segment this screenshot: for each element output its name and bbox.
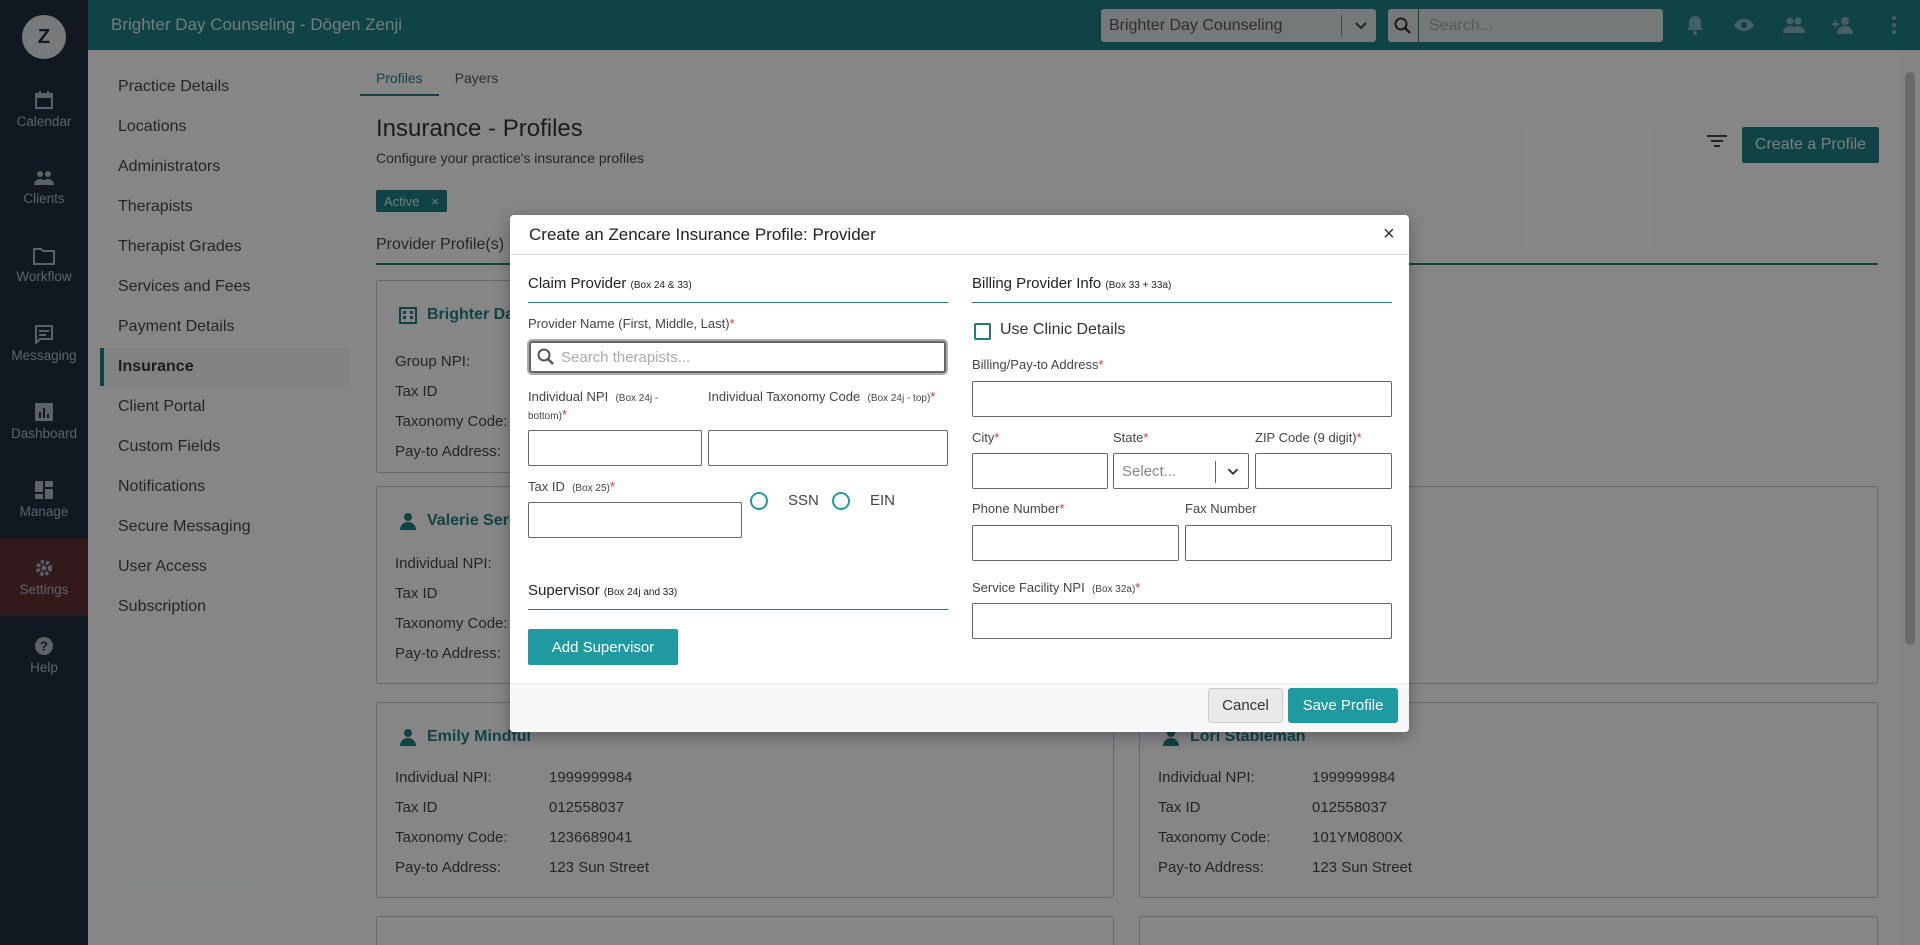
taxid-input[interactable]	[528, 502, 742, 538]
close-icon[interactable]: ×	[1383, 223, 1395, 246]
provider-name-label: Provider Name (First, Middle, Last)*	[528, 316, 735, 331]
npi-input[interactable]	[528, 430, 702, 466]
ein-label: EIN	[870, 492, 896, 509]
therapist-search-field[interactable]	[529, 341, 946, 373]
claim-provider-heading: Claim Provider (Box 24 & 33)	[528, 275, 692, 292]
use-clinic-checkbox[interactable]	[974, 323, 991, 340]
cancel-button[interactable]: Cancel	[1208, 688, 1283, 723]
npi-label: Individual NPI (Box 24j - bottom)*	[528, 389, 659, 422]
ein-radio[interactable]	[832, 492, 850, 510]
facility-npi-label: Service Facility NPI (Box 32a)*	[972, 580, 1141, 595]
state-select[interactable]: Select...	[1113, 453, 1249, 489]
taxonomy-input[interactable]	[708, 430, 948, 466]
chevron-down-icon	[1227, 468, 1239, 476]
save-profile-button[interactable]: Save Profile	[1288, 688, 1398, 723]
ssn-label: SSN	[788, 492, 819, 509]
divider	[972, 302, 1392, 303]
fax-label: Fax Number	[1185, 501, 1257, 516]
taxonomy-label: Individual Taxonomy Code (Box 24j - top)…	[708, 389, 936, 404]
phone-input[interactable]	[972, 525, 1179, 561]
modal-header: Create an Zencare Insurance Profile: Pro…	[510, 215, 1409, 255]
phone-label: Phone Number*	[972, 501, 1065, 516]
fax-input[interactable]	[1185, 525, 1392, 561]
taxid-label: Tax ID (Box 25)*	[528, 479, 615, 494]
therapist-search-input[interactable]	[561, 348, 931, 366]
supervisor-heading: Supervisor (Box 24j and 33)	[528, 582, 678, 599]
facility-npi-input[interactable]	[972, 603, 1392, 639]
create-profile-modal: Create an Zencare Insurance Profile: Pro…	[510, 215, 1409, 732]
use-clinic-label: Use Clinic Details	[1000, 321, 1126, 338]
divider	[528, 609, 948, 610]
modal-title: Create an Zencare Insurance Profile: Pro…	[529, 225, 876, 244]
city-input[interactable]	[972, 453, 1108, 489]
zip-input[interactable]	[1255, 453, 1392, 489]
ssn-radio[interactable]	[750, 492, 768, 510]
search-icon	[537, 348, 554, 365]
billing-heading: Billing Provider Info (Box 33 + 33a)	[972, 275, 1172, 292]
address-input[interactable]	[972, 381, 1392, 417]
state-placeholder: Select...	[1122, 462, 1177, 480]
add-supervisor-button[interactable]: Add Supervisor	[528, 629, 678, 665]
divider	[528, 302, 948, 303]
zip-label: ZIP Code (9 digit)*	[1255, 430, 1362, 445]
city-label: City*	[972, 430, 1000, 445]
modal-footer: Cancel Save Profile	[510, 683, 1409, 732]
address-label: Billing/Pay-to Address*	[972, 357, 1104, 372]
state-label: State*	[1113, 430, 1149, 445]
